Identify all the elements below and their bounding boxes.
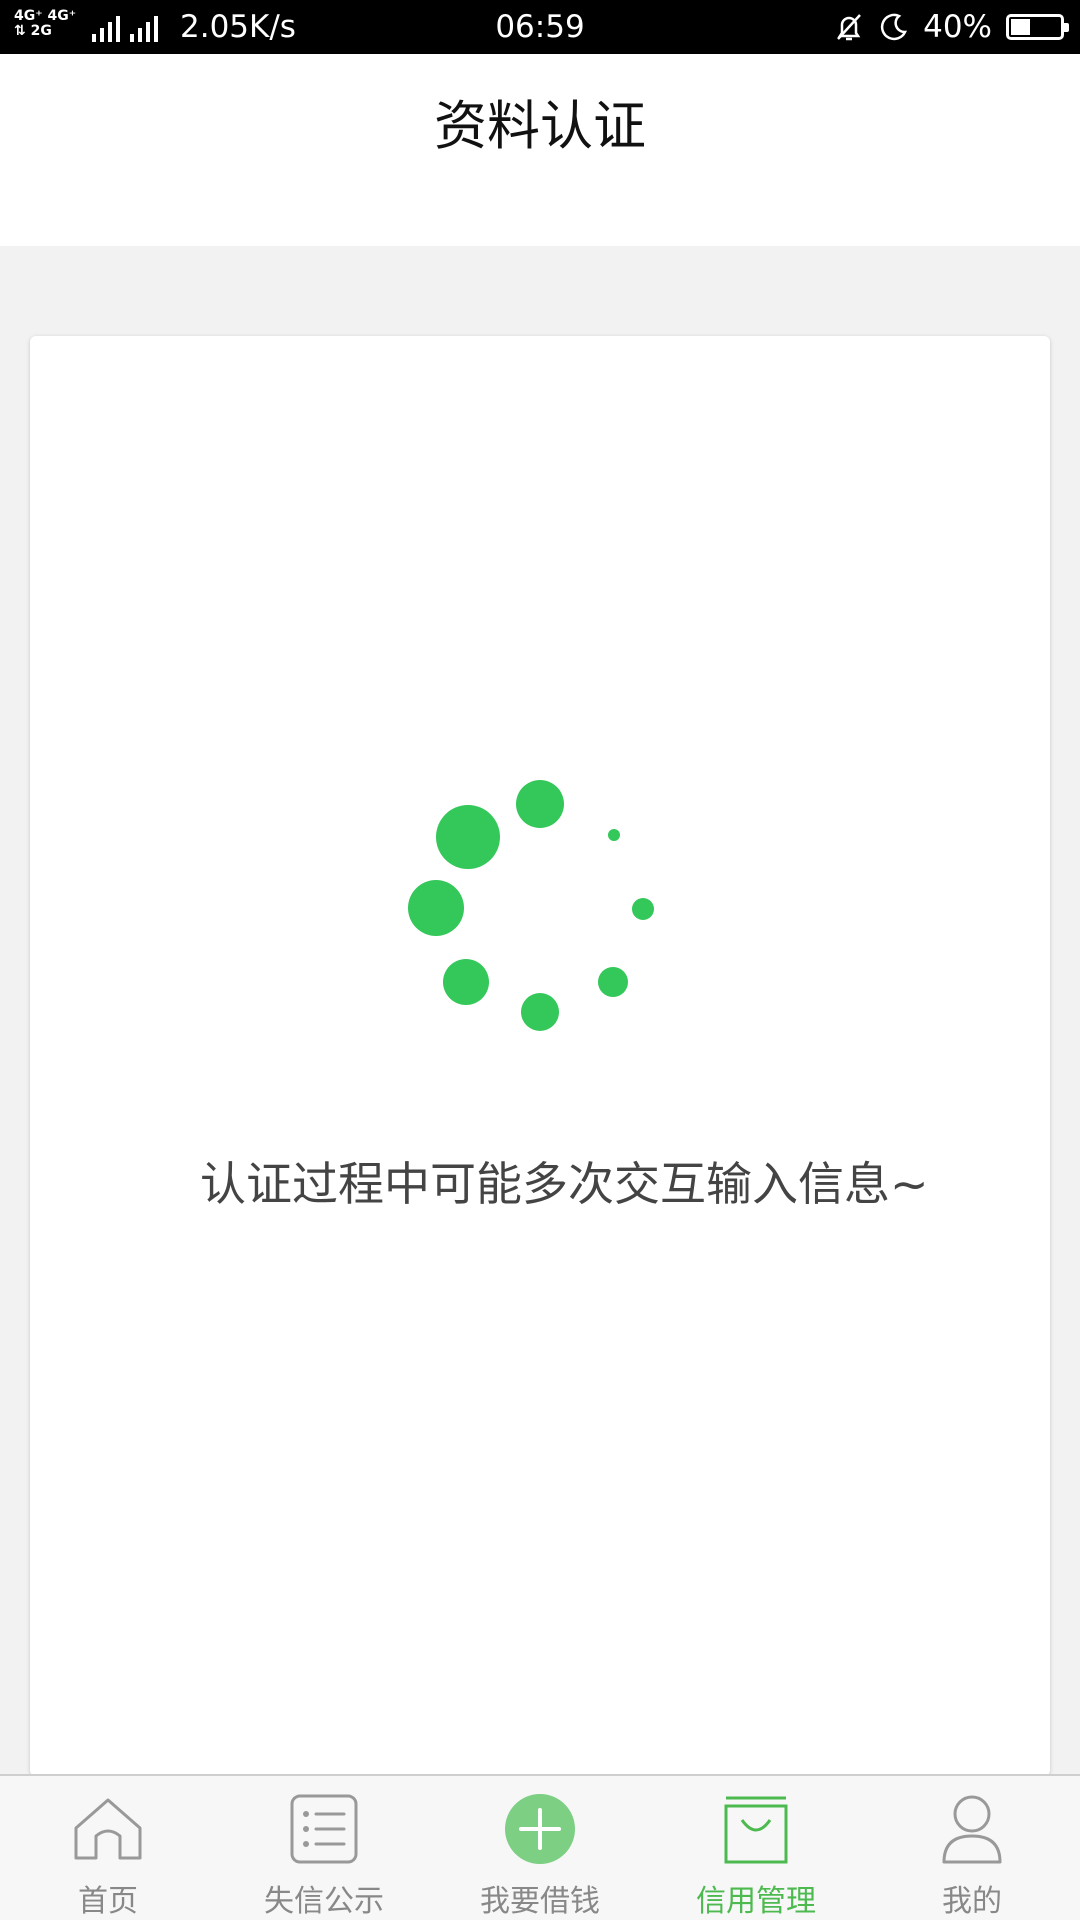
tab-mine[interactable]: 我的 bbox=[864, 1776, 1080, 1920]
app-screen: 4G⁺ 4G⁺ ⇅ 2G 2.05K/s 06:59 40% 资料认证 认证过程… bbox=[0, 0, 1080, 1920]
list-icon bbox=[290, 1794, 358, 1864]
user-icon bbox=[942, 1795, 1002, 1864]
tab-label: 首页 bbox=[78, 1884, 138, 1919]
home-icon bbox=[74, 1798, 142, 1860]
spinner-dot bbox=[436, 805, 500, 869]
spinner-dot bbox=[521, 993, 559, 1031]
tab-credit-management[interactable]: 信用管理 bbox=[648, 1776, 864, 1920]
tab-label: 失信公示 bbox=[264, 1884, 384, 1919]
spinner-dot bbox=[608, 829, 620, 841]
tab-label: 我要借钱 bbox=[480, 1884, 600, 1919]
loading-spinner bbox=[0, 0, 1080, 1100]
tab-label: 我的 bbox=[942, 1884, 1002, 1919]
spinner-dot bbox=[408, 880, 464, 936]
plus-circle-icon bbox=[505, 1794, 575, 1864]
tab-home[interactable]: 首页 bbox=[0, 1776, 216, 1920]
spinner-dot bbox=[516, 780, 564, 828]
spinner-dot bbox=[632, 898, 654, 920]
bag-icon bbox=[724, 1796, 788, 1864]
spinner-dot bbox=[443, 959, 489, 1005]
loading-message: 认证过程中可能多次交互输入信息~ bbox=[200, 1157, 929, 1211]
tab-borrow-money[interactable]: 我要借钱 bbox=[432, 1776, 648, 1920]
bottom-nav: 首页 失信公示 我要借钱 信用管理 我的 bbox=[0, 1774, 1080, 1920]
tab-dishonesty-notice[interactable]: 失信公示 bbox=[216, 1776, 432, 1920]
spinner-dot bbox=[598, 967, 628, 997]
tab-label: 信用管理 bbox=[696, 1884, 816, 1919]
